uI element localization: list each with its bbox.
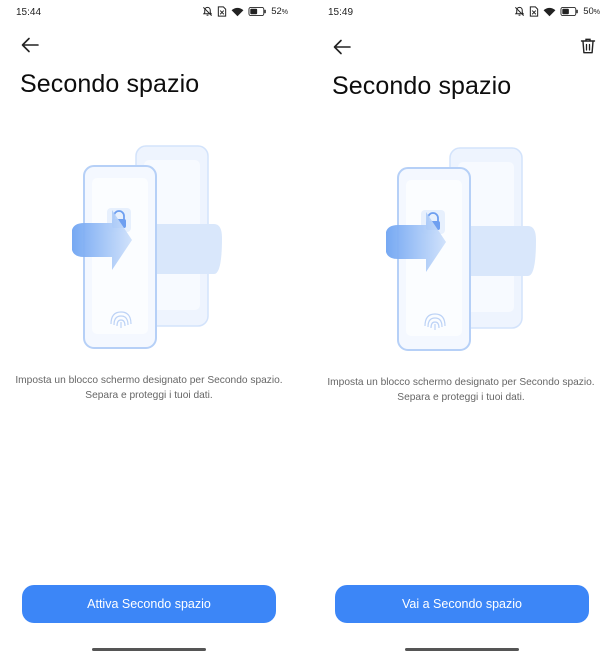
- status-bar: 15:49 50%: [312, 5, 610, 21]
- delete-second-space-button[interactable]: [578, 36, 598, 56]
- back-arrow-icon: [21, 37, 39, 53]
- go-to-second-space-button[interactable]: Vai a Secondo spazio: [335, 585, 589, 623]
- page-title: Secondo spazio: [332, 72, 512, 100]
- screen-left: 15:44 52% Secondo spazio Imposta un bloc…: [0, 0, 298, 657]
- no-sim-icon: [530, 6, 539, 17]
- page-title: Secondo spazio: [20, 70, 200, 98]
- trash-icon: [580, 38, 596, 54]
- silent-icon: [203, 6, 213, 16]
- description-line-1: Imposta un blocco schermo designato per …: [327, 377, 595, 388]
- battery-percent: 50: [583, 6, 594, 17]
- silent-icon: [515, 6, 525, 16]
- battery-icon: [248, 7, 266, 16]
- status-time: 15:44: [16, 7, 42, 18]
- description: Imposta un blocco schermo designato per …: [312, 375, 610, 405]
- wifi-icon: [231, 7, 244, 16]
- description-line-1: Imposta un blocco schermo designato per …: [15, 375, 283, 386]
- back-button[interactable]: [330, 35, 354, 59]
- second-space-illustration: [386, 147, 536, 351]
- home-indicator[interactable]: [92, 648, 206, 651]
- home-indicator[interactable]: [405, 648, 519, 651]
- description: Imposta un blocco schermo designato per …: [0, 373, 298, 403]
- status-time: 15:49: [328, 7, 354, 18]
- description-line-2: Separa e proteggi i tuoi dati.: [397, 392, 525, 403]
- back-button[interactable]: [18, 33, 42, 57]
- back-arrow-icon: [333, 39, 351, 55]
- description-line-2: Separa e proteggi i tuoi dati.: [85, 390, 213, 401]
- battery-unit: %: [281, 9, 288, 16]
- screen-right: 15:49 50% Secondo spazio Imposta un bloc…: [312, 0, 610, 657]
- battery-percent: 52: [271, 6, 282, 17]
- second-space-illustration: [72, 145, 222, 349]
- battery-icon: [560, 7, 578, 16]
- battery-unit: %: [593, 9, 600, 16]
- wifi-icon: [543, 7, 556, 16]
- no-sim-icon: [218, 6, 227, 17]
- status-bar: 15:44 52%: [0, 5, 298, 21]
- activate-second-space-button[interactable]: Attiva Secondo spazio: [22, 585, 276, 623]
